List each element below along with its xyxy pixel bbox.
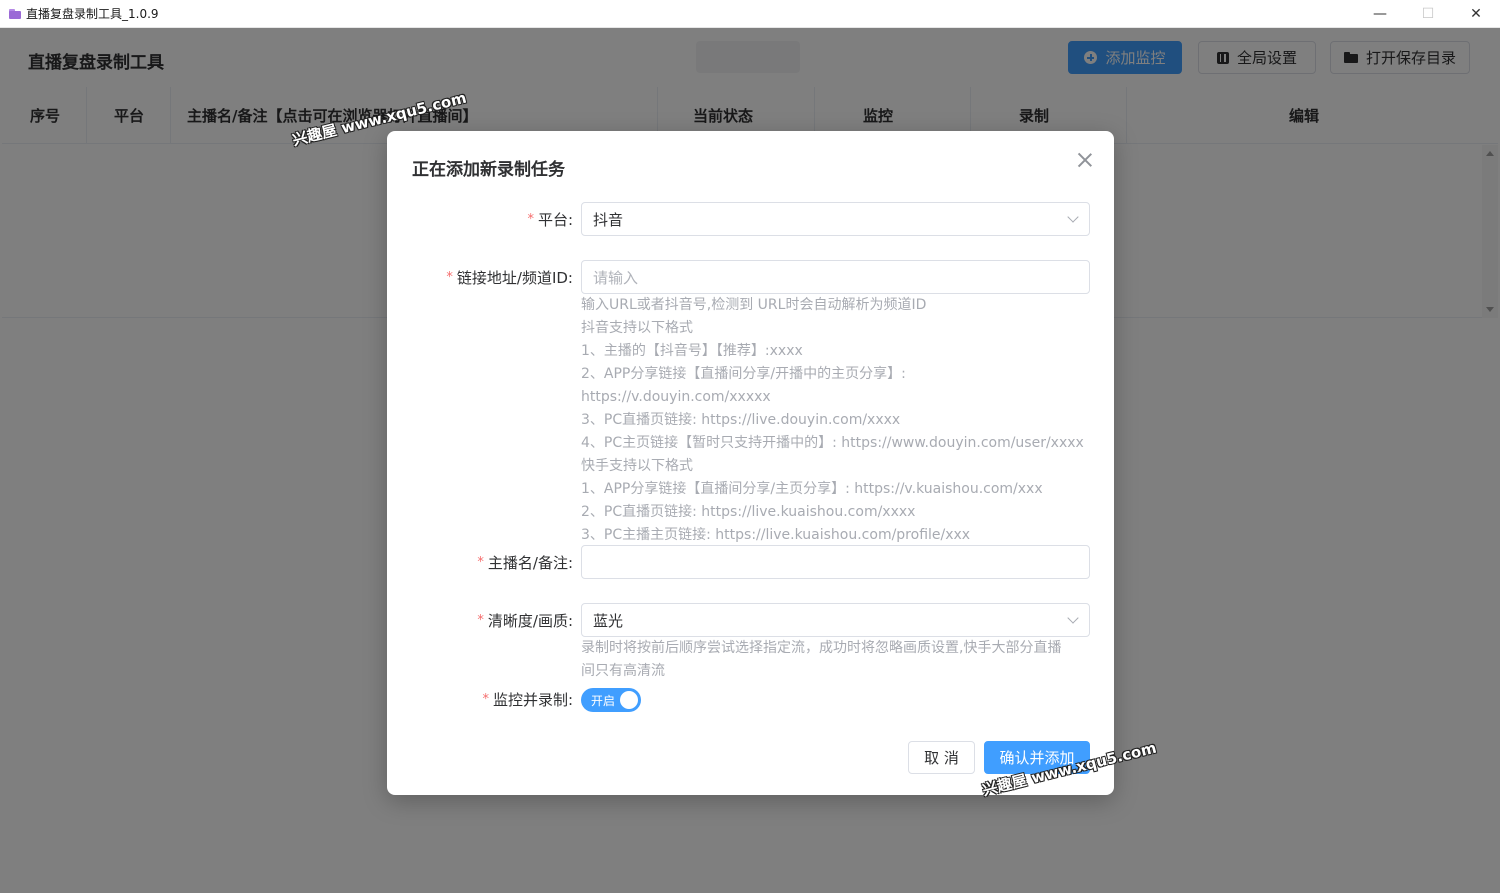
quality-help-line: 录制时将按前后顺序尝试选择指定流，成功时将忽略画质设置,快手大部分直播 [581, 640, 1062, 656]
platform-value: 抖音 [593, 210, 624, 229]
chevron-down-icon [1067, 211, 1079, 223]
switch-knob [620, 691, 638, 709]
quality-label: * 清晰度/画质: [477, 610, 573, 631]
anchor-label: * 主播名/备注: [477, 552, 573, 573]
link-help-line: 输入URL或者抖音号,检测到 URL时会自动解析为频道ID [581, 297, 927, 313]
link-label-text: 链接地址/频道ID: [456, 269, 573, 287]
monitor-record-label-text: 监控并录制: [492, 691, 573, 709]
link-help-line: https://v.douyin.com/xxxxx [581, 389, 771, 405]
link-help-text: 输入URL或者抖音号,检测到 URL时会自动解析为频道ID 抖音支持以下格式 1… [581, 294, 1091, 547]
chevron-down-icon [1067, 612, 1079, 624]
link-help-line: 2、PC直播页链接: https://live.kuaishou.com/xxx… [581, 504, 916, 520]
add-task-dialog: 正在添加新录制任务 * 平台: 抖音 * 链接地址/频道ID: 请输入 输入UR… [387, 131, 1114, 795]
quality-select[interactable]: 蓝光 [581, 603, 1090, 637]
link-help-line: 3、PC主播主页链接: https://live.kuaishou.com/pr… [581, 527, 971, 543]
anchor-input[interactable] [581, 545, 1090, 579]
platform-label-text: 平台: [537, 211, 573, 229]
window-titlebar: 直播复盘录制工具_1.0.9 — ☐ ✕ [0, 0, 1500, 28]
link-help-line: 1、主播的【抖音号】【推荐】:xxxx [581, 343, 803, 359]
window-close-button[interactable]: ✕ [1452, 0, 1500, 28]
link-help-line: 4、PC主页链接【暂时只支持开播中的】: https://www.douyin.… [581, 435, 1084, 451]
link-help-line: 快手支持以下格式 [581, 458, 693, 474]
link-help-line: 3、PC直播页链接: https://live.douyin.com/xxxx [581, 412, 901, 428]
link-help-line: 1、APP分享链接【直播间分享/主页分享】: https://v.kuaisho… [581, 481, 1043, 497]
dialog-title: 正在添加新录制任务 [412, 160, 565, 180]
window-controls: — ☐ ✕ [1356, 0, 1500, 28]
required-mark: * [446, 270, 453, 285]
link-help-line: 抖音支持以下格式 [581, 320, 693, 336]
platform-label: * 平台: [527, 209, 573, 230]
required-mark: * [477, 613, 484, 628]
link-label: * 链接地址/频道ID: [446, 267, 573, 288]
close-icon[interactable] [1076, 151, 1094, 169]
app-folder-icon [9, 8, 21, 19]
quality-label-text: 清晰度/画质: [487, 612, 573, 630]
platform-select[interactable]: 抖音 [581, 202, 1090, 236]
required-mark: * [482, 692, 489, 707]
quality-value: 蓝光 [593, 611, 624, 630]
quality-help-line: 间只有高清流 [581, 663, 665, 679]
cancel-button[interactable]: 取 消 [908, 741, 975, 774]
monitor-record-switch[interactable]: 开启 [581, 688, 641, 712]
minimize-button[interactable]: — [1356, 0, 1404, 28]
window-title: 直播复盘录制工具_1.0.9 [26, 7, 159, 21]
link-help-line: 2、APP分享链接【直播间分享/开播中的主页分享】: [581, 366, 906, 382]
monitor-record-label: * 监控并录制: [482, 689, 573, 710]
required-mark: * [527, 212, 534, 227]
link-input[interactable]: 请输入 [581, 260, 1090, 294]
anchor-label-text: 主播名/备注: [487, 554, 573, 572]
maximize-button[interactable]: ☐ [1404, 0, 1452, 28]
link-input-placeholder: 请输入 [593, 268, 639, 287]
required-mark: * [477, 555, 484, 570]
switch-text: 开启 [591, 694, 616, 708]
quality-help-text: 录制时将按前后顺序尝试选择指定流，成功时将忽略画质设置,快手大部分直播 间只有高… [581, 637, 1091, 683]
